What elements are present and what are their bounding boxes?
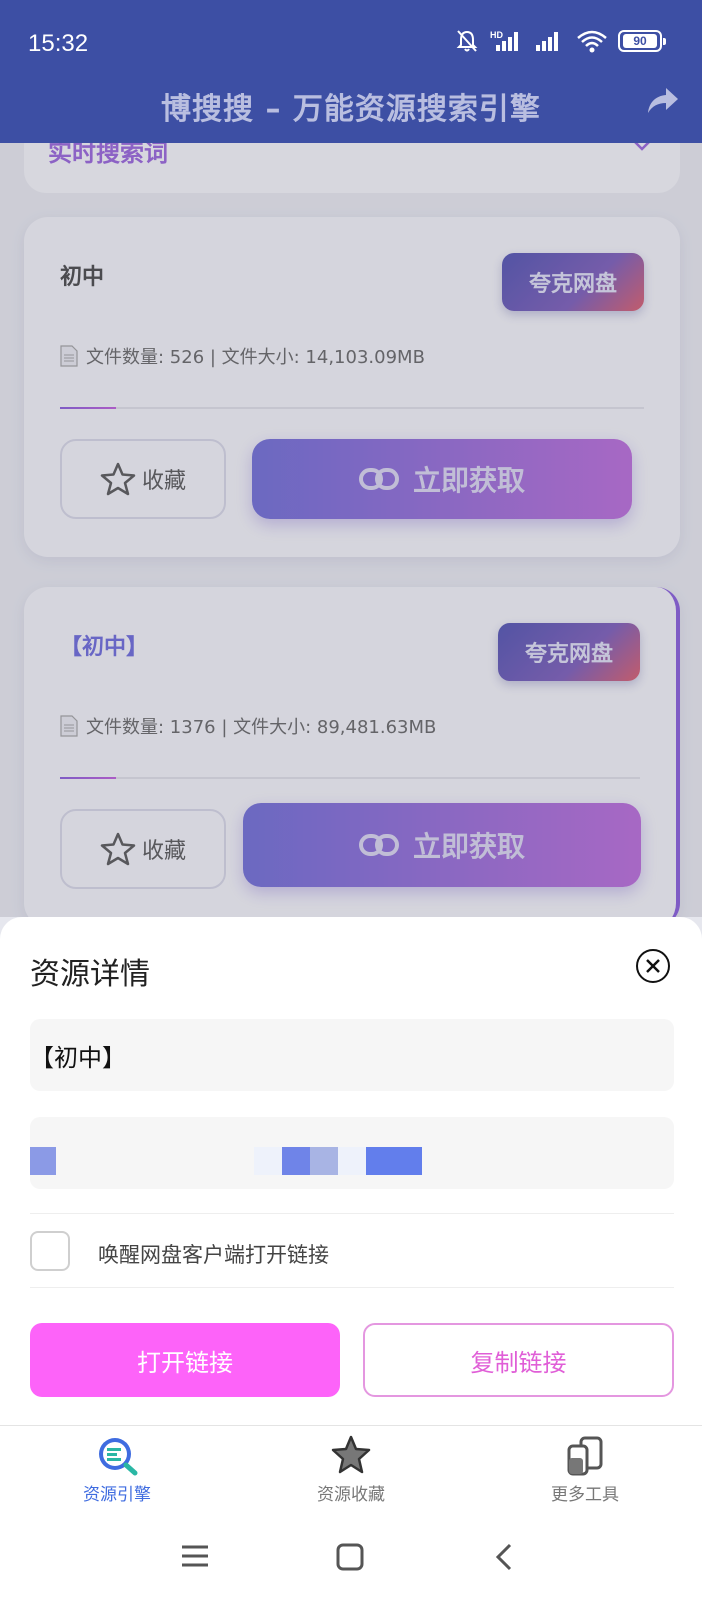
home-icon[interactable] — [336, 1543, 364, 1571]
system-nav-bar — [0, 1517, 702, 1600]
star-icon — [331, 1435, 371, 1474]
app-header: 15:32 HD 90 博搜搜 – 万能资源搜索引擎 — [0, 0, 702, 143]
redacted-link — [366, 1147, 422, 1175]
resource-name-field[interactable]: 【初中】 — [30, 1019, 674, 1091]
bottom-nav: 资源引擎 资源收藏 更多工具 — [0, 1425, 702, 1517]
svg-text:HD: HD — [490, 30, 503, 40]
status-icons: HD 90 — [454, 28, 666, 54]
battery-icon: 90 — [618, 30, 666, 52]
redacted-link — [30, 1147, 56, 1175]
sheet-title: 资源详情 — [30, 957, 150, 992]
nav-label: 资源收藏 — [317, 1485, 385, 1505]
redacted-link — [338, 1147, 366, 1175]
nav-label: 更多工具 — [551, 1485, 619, 1505]
mute-bell-icon — [456, 30, 478, 52]
nav-item-resource-engine[interactable]: 资源引擎 — [47, 1434, 187, 1505]
battery-level: 90 — [623, 34, 657, 48]
divider — [30, 1213, 674, 1214]
share-icon[interactable] — [646, 86, 680, 116]
close-button[interactable] — [636, 949, 670, 983]
nav-item-more-tools[interactable]: 更多工具 — [515, 1434, 655, 1505]
wifi-icon — [577, 30, 607, 53]
back-icon[interactable] — [494, 1543, 514, 1571]
modal-backdrop[interactable] — [0, 143, 702, 917]
resource-detail-sheet: 资源详情 【初中】 唤醒网盘客户端打开链接 打开链接 复制链接 — [0, 917, 702, 1425]
signal-icon — [536, 32, 558, 51]
open-in-client-checkbox[interactable] — [30, 1231, 70, 1271]
nav-item-favorites[interactable]: 资源收藏 — [281, 1434, 421, 1505]
copy-link-button[interactable]: 复制链接 — [363, 1323, 674, 1397]
redacted-link — [254, 1147, 284, 1175]
divider — [30, 1287, 674, 1288]
redacted-link — [282, 1147, 310, 1175]
search-engine-icon — [99, 1438, 138, 1476]
signal-hd-icon: HD — [490, 30, 518, 51]
close-icon — [646, 959, 660, 973]
status-time: 15:32 — [28, 30, 89, 57]
open-link-button[interactable]: 打开链接 — [30, 1323, 340, 1397]
redacted-link — [310, 1147, 338, 1175]
menu-icon[interactable] — [180, 1543, 210, 1569]
tools-icon — [567, 1436, 603, 1476]
open-in-client-label[interactable]: 唤醒网盘客户端打开链接 — [98, 1239, 329, 1269]
resource-link-field[interactable] — [30, 1117, 674, 1189]
app-title: 博搜搜 – 万能资源搜索引擎 — [161, 92, 541, 127]
nav-label: 资源引擎 — [83, 1485, 151, 1505]
